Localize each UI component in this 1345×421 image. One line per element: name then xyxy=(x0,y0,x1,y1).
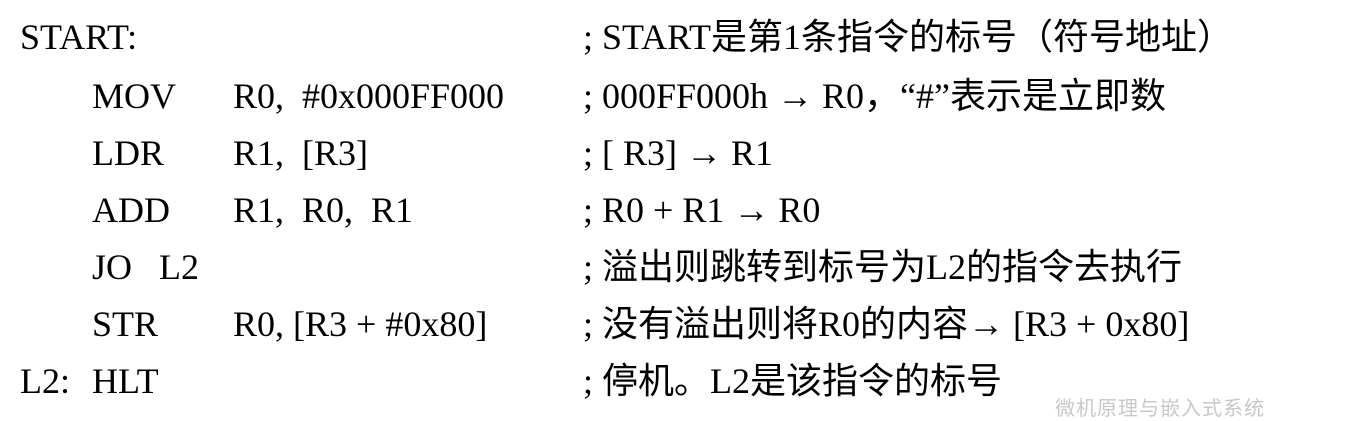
line-mnemonic: STR xyxy=(92,304,159,344)
line-operands: R0, [R3 + #0x80] xyxy=(233,304,488,344)
code-line: STR R0, [R3 + #0x80] ; 没有溢出则将R0的内容→ [R3 … xyxy=(0,296,1345,353)
line-mnemonic: JO L2 xyxy=(92,247,199,287)
watermark: 微机原理与嵌入式系统 xyxy=(1055,396,1265,420)
line-comment: ; R0 + R1 → R0 xyxy=(583,190,821,230)
code-line: START: ; START是第1条指令的标号（符号地址） xyxy=(0,9,1345,66)
line-operands: R0, #0x000FF000 xyxy=(233,76,505,116)
code-line: MOV R0, #0x000FF000 ; 000FF000h → R0，“#”… xyxy=(0,68,1345,125)
line-mnemonic: LDR xyxy=(92,133,164,173)
code-line: ADD R1, R0, R1 ; R0 + R1 → R0 xyxy=(0,182,1345,239)
line-mnemonic: ADD xyxy=(92,190,170,230)
line-label: L2: xyxy=(20,361,70,401)
line-comment: ; 溢出则跳转到标号为L2的指令去执行 xyxy=(583,247,1182,287)
code-line: LDR R1, [R3] ; [ R3] → R1 xyxy=(0,125,1345,182)
line-comment: ; [ R3] → R1 xyxy=(583,133,774,173)
line-label: START: xyxy=(20,17,138,57)
line-comment: ; 000FF000h → R0，“#”表示是立即数 xyxy=(583,76,1167,116)
line-operands: R1, R0, R1 xyxy=(233,190,414,230)
line-comment: ; 没有溢出则将R0的内容→ [R3 + 0x80] xyxy=(583,304,1190,344)
line-mnemonic: MOV xyxy=(92,76,177,116)
line-operands: R1, [R3] xyxy=(233,133,368,173)
line-comment: ; START是第1条指令的标号（符号地址） xyxy=(583,17,1233,57)
line-mnemonic: HLT xyxy=(92,361,159,401)
code-line: JO L2 ; 溢出则跳转到标号为L2的指令去执行 xyxy=(0,239,1345,296)
line-comment: ; 停机。L2是该指令的标号 xyxy=(583,361,1002,401)
